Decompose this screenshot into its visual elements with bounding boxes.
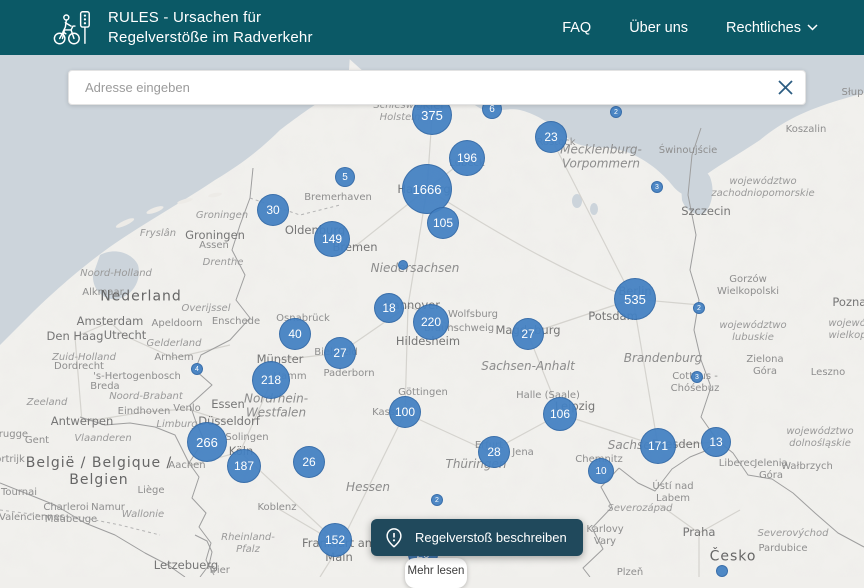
cluster-marker[interactable] xyxy=(398,260,408,270)
cluster-marker[interactable]: 4 xyxy=(191,363,203,375)
cluster-marker[interactable]: 105 xyxy=(427,207,459,239)
cluster-marker[interactable]: 2 xyxy=(610,106,622,118)
cluster-marker[interactable]: 26 xyxy=(293,446,325,478)
cluster-marker[interactable]: 218 xyxy=(252,361,290,399)
cluster-marker[interactable]: 106 xyxy=(543,397,577,431)
cluster-marker[interactable]: 535 xyxy=(614,278,656,320)
cluster-marker[interactable]: 30 xyxy=(257,194,289,226)
report-violation-button[interactable]: Regelverstoß beschreiben xyxy=(371,519,583,556)
cluster-marker[interactable]: 196 xyxy=(449,140,485,176)
address-search-bar xyxy=(68,70,806,105)
search-clear-button[interactable] xyxy=(765,71,805,104)
cluster-marker[interactable]: 187 xyxy=(227,449,261,483)
nav-item-rechtliches[interactable]: Rechtliches xyxy=(726,20,818,36)
cluster-marker[interactable]: 3 xyxy=(691,371,703,383)
mehr-lesen-popup[interactable]: Mehr lesen xyxy=(405,558,467,588)
cluster-marker[interactable]: 171 xyxy=(640,428,676,464)
app-header: RULES - Ursachen für Regelverstöße im Ra… xyxy=(0,0,864,55)
nav-item-ueber-uns[interactable]: Über uns xyxy=(629,20,688,36)
cluster-marker[interactable]: 13 xyxy=(701,427,731,457)
cluster-marker[interactable]: 27 xyxy=(512,318,544,350)
app-title: RULES - Ursachen für Regelverstöße im Ra… xyxy=(108,8,313,47)
cluster-marker[interactable]: 2 xyxy=(431,494,443,506)
cluster-marker[interactable]: 266 xyxy=(187,422,227,462)
cluster-marker[interactable]: 28 xyxy=(478,436,510,468)
main-nav: FAQ Über uns Rechtliches xyxy=(562,20,818,36)
cluster-marker[interactable]: 10 xyxy=(588,458,614,484)
cluster-marker[interactable]: 152 xyxy=(318,523,352,557)
cyclist-traffic-light-logo-icon xyxy=(52,8,94,48)
chevron-down-icon xyxy=(807,24,818,31)
address-search-input[interactable] xyxy=(83,79,765,96)
cluster-marker[interactable] xyxy=(716,565,728,577)
close-icon xyxy=(777,79,794,96)
cluster-marker[interactable]: 220 xyxy=(413,304,449,340)
cluster-marker[interactable]: 100 xyxy=(389,396,421,428)
cluster-marker[interactable]: 3 xyxy=(651,181,663,193)
cluster-marker[interactable]: 40 xyxy=(279,318,311,350)
cluster-marker[interactable]: 149 xyxy=(314,221,350,257)
cluster-marker[interactable]: 18 xyxy=(374,293,404,323)
cluster-marker[interactable]: 2 xyxy=(693,302,705,314)
cluster-marker[interactable]: 27 xyxy=(324,337,356,369)
report-violation-label: Regelverstoß beschreiben xyxy=(415,530,567,545)
cluster-marker[interactable]: 23 xyxy=(535,121,567,153)
cluster-marker[interactable]: 5 xyxy=(335,167,355,187)
nav-item-faq[interactable]: FAQ xyxy=(562,20,591,36)
pin-exclamation-icon xyxy=(383,527,405,549)
